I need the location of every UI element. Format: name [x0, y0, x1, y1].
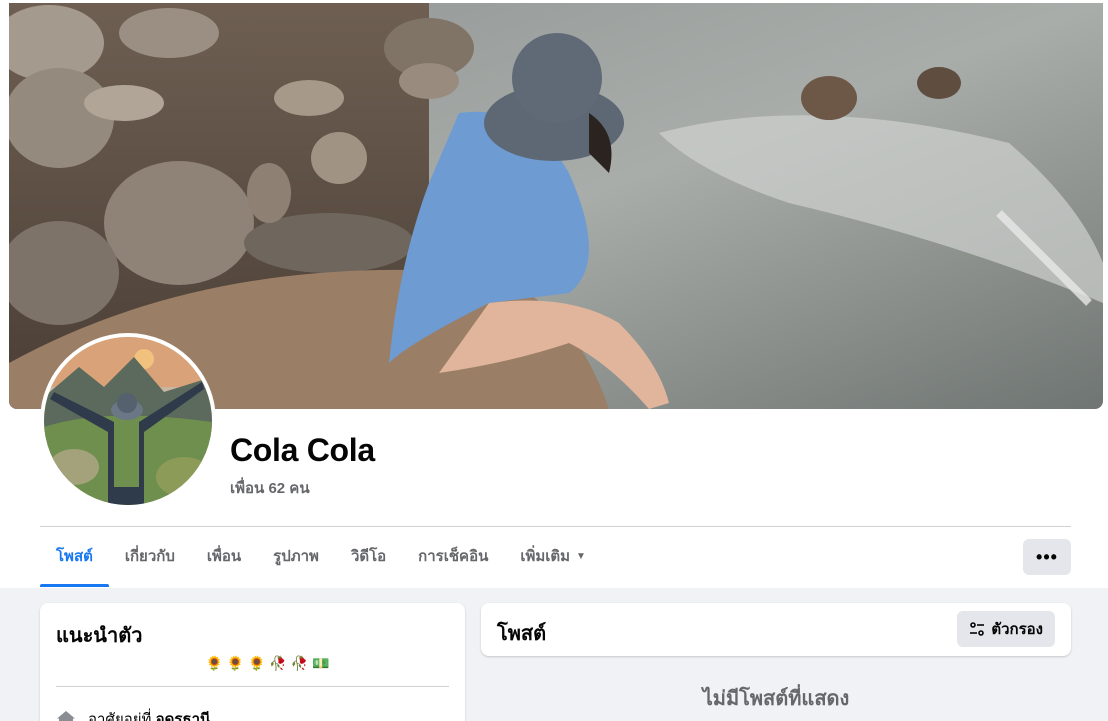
profile-name: Cola Cola — [230, 432, 375, 468]
tab-posts[interactable]: โพสต์ — [40, 527, 109, 587]
profile-picture[interactable] — [40, 333, 216, 509]
caret-down-icon: ▼ — [576, 551, 586, 562]
more-options-button[interactable]: ••• — [1023, 539, 1071, 575]
lives-in-value[interactable]: อุดรธานี — [156, 711, 211, 721]
filter-sliders-icon — [970, 622, 985, 636]
filter-label: ตัวกรอง — [991, 621, 1043, 638]
intro-title: แนะนำตัว — [56, 625, 143, 647]
filter-button[interactable]: ตัวกรอง — [957, 611, 1055, 647]
home-icon — [57, 711, 75, 721]
posts-header-card: โพสต์ ตัวกรอง — [481, 603, 1071, 656]
intro-card: แนะนำตัว 🌻 🌻 🌻 🥀 🥀 💵 อาศัยอยู่ที่ อุดรธา… — [40, 603, 465, 721]
tab-about[interactable]: เกี่ยวกับ — [109, 527, 191, 587]
tab-photos[interactable]: รูปภาพ — [257, 527, 335, 587]
tab-friends[interactable]: เพื่อน — [191, 527, 257, 587]
lives-in-label: อาศัยอยู่ที่ — [88, 711, 152, 721]
profile-tabs: โพสต์ เกี่ยวกับ เพื่อน รูปภาพ วิดีโอ การ… — [40, 527, 602, 587]
bio-text: 🌻 🌻 🌻 🥀 🥀 💵 — [205, 655, 330, 671]
no-posts-message: ไม่มีโพสต์ที่แสดง — [702, 688, 850, 710]
friend-count[interactable]: เพื่อน 62 คน — [230, 476, 310, 500]
tab-checkins[interactable]: การเช็คอิน — [402, 527, 504, 587]
intro-divider — [56, 686, 449, 687]
tab-more[interactable]: เพิ่มเติม ▼ — [504, 527, 602, 587]
posts-title: โพสต์ — [497, 623, 547, 645]
ellipsis-icon: ••• — [1036, 546, 1058, 567]
tab-videos[interactable]: วิดีโอ — [335, 527, 402, 587]
lives-in-row: อาศัยอยู่ที่ อุดรธานี — [56, 707, 210, 721]
